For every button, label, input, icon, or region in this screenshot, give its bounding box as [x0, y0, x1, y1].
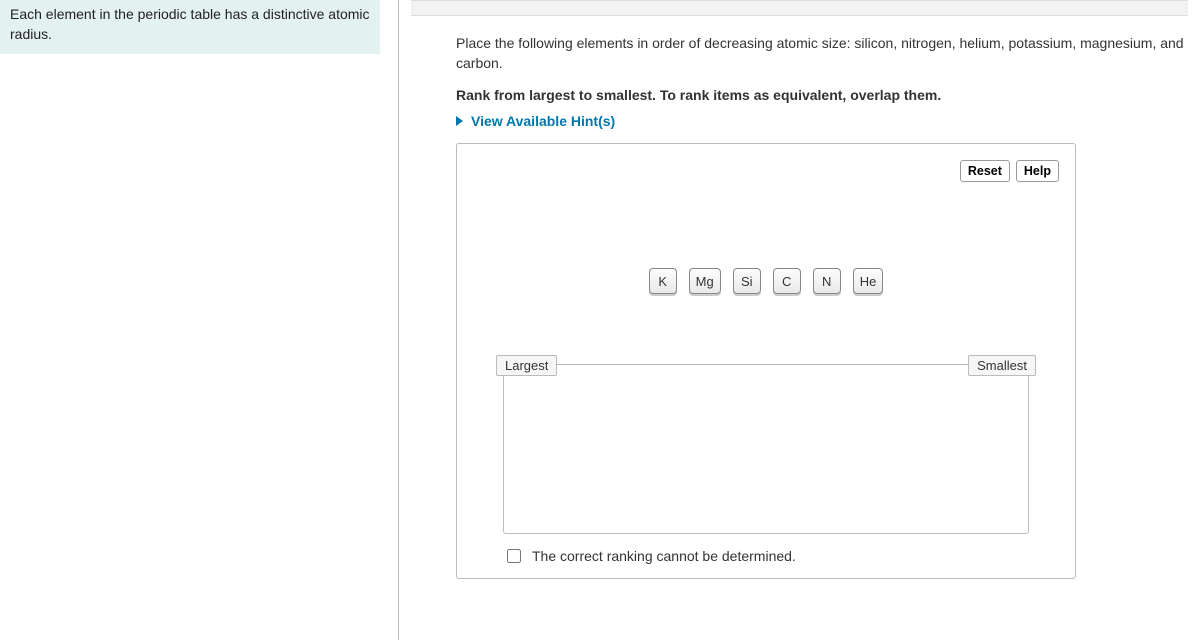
- part-header-bar: [411, 0, 1188, 16]
- ranking-drop-zone[interactable]: Largest Smallest: [503, 364, 1029, 534]
- undetermined-checkbox[interactable]: [507, 549, 521, 563]
- undetermined-label: The correct ranking cannot be determined…: [532, 548, 796, 564]
- vertical-divider: [398, 0, 399, 640]
- element-tile[interactable]: He: [853, 268, 884, 294]
- hints-label: View Available Hint(s): [471, 113, 615, 129]
- view-hints-toggle[interactable]: View Available Hint(s): [456, 113, 615, 129]
- question-prompt: Place the following elements in order of…: [456, 34, 1188, 73]
- info-box: Each element in the periodic table has a…: [0, 0, 380, 54]
- reset-button[interactable]: Reset: [960, 160, 1010, 182]
- caret-right-icon: [456, 116, 463, 126]
- element-tile[interactable]: C: [773, 268, 801, 294]
- element-tile[interactable]: N: [813, 268, 841, 294]
- info-text: Each element in the periodic table has a…: [10, 6, 370, 42]
- element-tile[interactable]: K: [649, 268, 677, 294]
- element-tile[interactable]: Mg: [689, 268, 721, 294]
- rank-label-smallest: Smallest: [968, 355, 1036, 376]
- ranking-work-panel: Reset Help K Mg Si C N He Largest Smalle…: [456, 143, 1076, 579]
- element-tile[interactable]: Si: [733, 268, 761, 294]
- element-tiles-row: K Mg Si C N He: [473, 268, 1059, 294]
- question-instruction: Rank from largest to smallest. To rank i…: [456, 87, 1188, 103]
- undetermined-row[interactable]: The correct ranking cannot be determined…: [503, 546, 1059, 566]
- help-button[interactable]: Help: [1016, 160, 1059, 182]
- rank-label-largest: Largest: [496, 355, 557, 376]
